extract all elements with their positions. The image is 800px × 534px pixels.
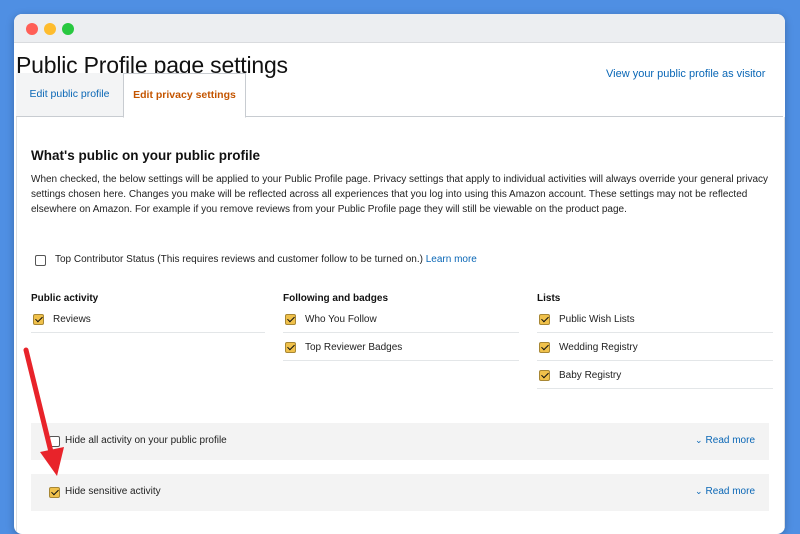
chevron-down-icon: ⌄	[694, 435, 703, 445]
wedding-registry-label: Wedding Registry	[559, 342, 638, 353]
public-wish-lists-label: Public Wish Lists	[559, 314, 635, 325]
following-badges-heading: Following and badges	[283, 293, 388, 304]
list-item[interactable]: Reviews	[31, 310, 265, 333]
public-activity-heading: Public activity	[31, 293, 99, 304]
reviews-checkbox[interactable]	[33, 314, 44, 325]
hide-sensitive-activity-checkbox[interactable]	[49, 487, 60, 498]
read-more-text: Read more	[705, 435, 755, 446]
baby-registry-checkbox[interactable]	[539, 370, 550, 381]
top-contributor-checkbox[interactable]	[35, 255, 46, 266]
top-contributor-label: Top Contributor Status (This requires re…	[55, 254, 477, 265]
top-reviewer-badges-checkbox[interactable]	[285, 342, 296, 353]
hide-sensitive-activity-panel: Hide sensitive activity ⌄ Read more	[31, 474, 769, 511]
hide-sensitive-read-more-link[interactable]: ⌄ Read more	[695, 486, 755, 497]
tab-edit-privacy-settings[interactable]: Edit privacy settings	[123, 73, 246, 118]
who-you-follow-label: Who You Follow	[305, 314, 377, 325]
top-contributor-text: Top Contributor Status (This requires re…	[55, 254, 423, 265]
minimize-window-button[interactable]	[44, 23, 56, 35]
public-wish-lists-checkbox[interactable]	[539, 314, 550, 325]
maximize-window-button[interactable]	[62, 23, 74, 35]
wedding-registry-checkbox[interactable]	[539, 342, 550, 353]
read-more-text: Read more	[705, 486, 755, 497]
tab-edit-public-profile[interactable]: Edit public profile	[16, 73, 124, 116]
list-item[interactable]: Public Wish Lists	[537, 310, 773, 333]
close-window-button[interactable]	[26, 23, 38, 35]
learn-more-link[interactable]: Learn more	[426, 254, 477, 265]
hide-all-activity-checkbox[interactable]	[49, 436, 60, 447]
lists-heading: Lists	[537, 293, 561, 304]
who-you-follow-checkbox[interactable]	[285, 314, 296, 325]
top-reviewer-badges-label: Top Reviewer Badges	[305, 342, 403, 353]
privacy-description: When checked, the below settings will be…	[31, 174, 769, 215]
hide-all-read-more-link[interactable]: ⌄ Read more	[695, 435, 755, 446]
section-heading: What's public on your public profile	[31, 148, 260, 163]
hide-all-activity-panel: Hide all activity on your public profile…	[31, 423, 769, 460]
reviews-label: Reviews	[53, 314, 91, 325]
hide-sensitive-activity-label: Hide sensitive activity	[65, 486, 161, 497]
baby-registry-label: Baby Registry	[559, 370, 622, 381]
list-item[interactable]: Baby Registry	[537, 366, 773, 389]
chevron-down-icon: ⌄	[694, 486, 703, 496]
list-item[interactable]: Who You Follow	[283, 310, 519, 333]
privacy-settings-panel: What's public on your public profile Whe…	[16, 117, 785, 534]
browser-window: Public Profile page settings View your p…	[14, 14, 785, 534]
window-titlebar	[14, 14, 785, 43]
hide-all-activity-label: Hide all activity on your public profile	[65, 435, 227, 446]
settings-tabs: Edit public profile Edit privacy setting…	[16, 73, 783, 118]
list-item[interactable]: Wedding Registry	[537, 338, 773, 361]
list-item[interactable]: Top Reviewer Badges	[283, 338, 519, 361]
